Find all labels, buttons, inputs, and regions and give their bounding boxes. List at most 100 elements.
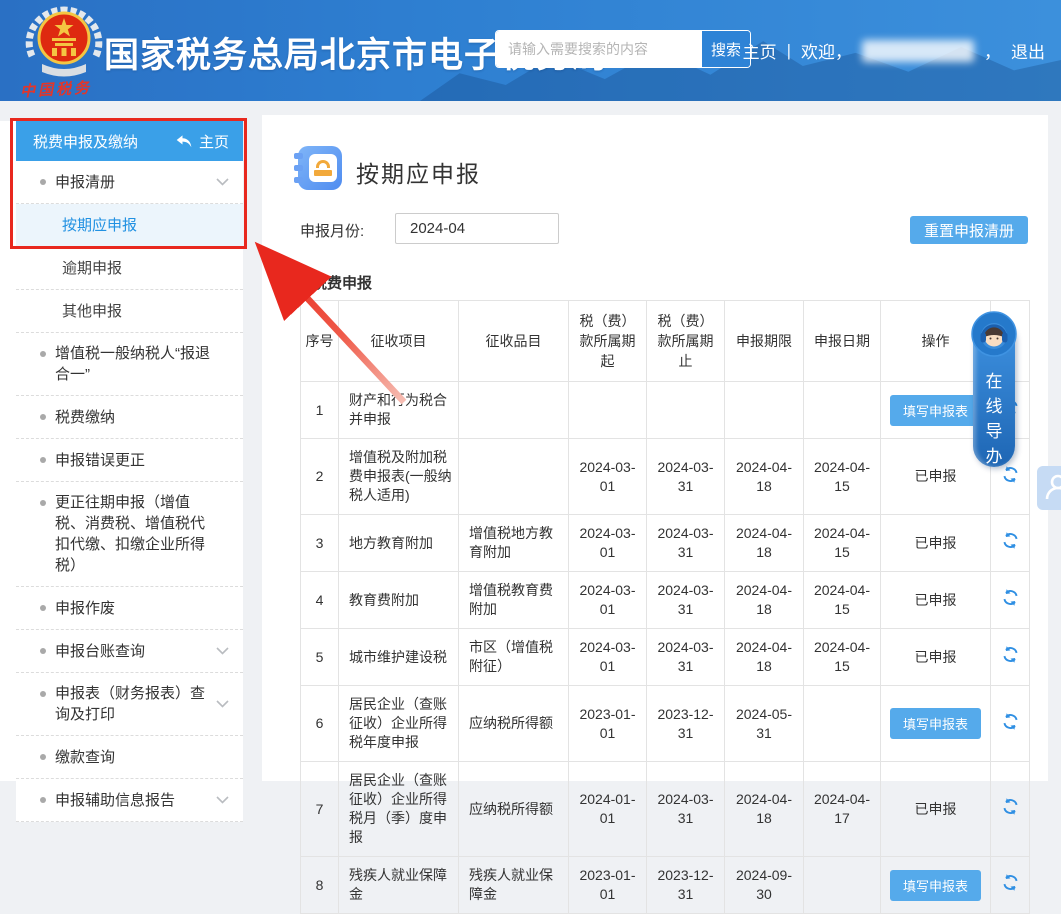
cell-deadline (724, 381, 804, 439)
cell-project: 城市维护建设税 (338, 628, 459, 686)
chevron-down-icon (216, 700, 229, 708)
chevron-down-icon (216, 796, 229, 804)
sidebar-item-label: 其他申报 (62, 302, 123, 320)
cell-no: 6 (300, 685, 339, 762)
refresh-icon[interactable] (1001, 645, 1020, 664)
bullet-icon (40, 754, 46, 760)
sidebar-item[interactable]: 缴款查询 (16, 736, 243, 779)
cell-period-end: 2024-03-31 (646, 514, 725, 572)
cell-file-date (803, 685, 881, 762)
cell-project: 残疾人就业保障金 (338, 856, 459, 914)
refresh-icon[interactable] (1001, 712, 1020, 731)
bullet-icon (40, 351, 46, 357)
sidebar-item[interactable]: 逾期申报 (16, 247, 243, 290)
bullet-icon (40, 500, 46, 506)
fill-form-button[interactable]: 填写申报表 (889, 869, 981, 901)
cell-action: 填写申报表 (880, 856, 991, 914)
table-row: 2 增值税及附加税费申报表(一般纳税人适用) 2024-03-01 2024-03-3… (300, 438, 1030, 515)
comma-text: ， (984, 43, 1001, 62)
assistant-avatar-icon (971, 311, 1017, 357)
cell-deadline: 2024-04-18 (724, 514, 804, 572)
table-row: 1 财产和行为税合并申报 填写申报表 (300, 381, 1030, 439)
user-star-float-button[interactable] (1037, 466, 1061, 510)
table-row: 6 居民企业（查账征收）企业所得税年度申报 应纳税所得额 2023-01-01 2023… (300, 685, 1030, 762)
fill-form-button[interactable]: 填写申报表 (889, 394, 981, 426)
sidebar-item[interactable]: 其他申报 (16, 290, 243, 333)
sidebar-item-label: 税费缴纳 (55, 408, 116, 426)
tax-emblem-logo (25, 6, 103, 77)
sidebar-item[interactable]: 更正往期申报（增值税、消费税、增值税代扣代缴、扣缴企业所得税） (16, 482, 243, 587)
tax-declaration-table: 序号 征收项目 征收品目 税（费）款所属期起 税（费）款所属期止 申报期限 申报日期 操作 1… (300, 300, 1030, 914)
cell-period-start: 2024-03-01 (568, 628, 647, 686)
refresh-icon[interactable] (1001, 531, 1020, 550)
sidebar-item[interactable]: 申报清册 (16, 161, 243, 204)
sidebar-item[interactable]: 申报辅助信息报告 (16, 779, 243, 822)
cell-project: 教育费附加 (338, 571, 459, 629)
cell-deadline: 2024-04-18 (724, 628, 804, 686)
sidebar: 税费申报及缴纳 主页 申报清册 按期应申报逾期申报其他申报增值税一般纳税人“报退合… (0, 121, 243, 822)
table-row: 8 残疾人就业保障金 残疾人就业保障金 2023-01-01 2023-12-31 202… (300, 856, 1030, 914)
refresh-icon[interactable] (1001, 588, 1020, 607)
cell-no: 3 (300, 514, 339, 572)
column-header: 征收项目 (338, 300, 459, 382)
sidebar-item-label: 申报辅助信息报告 (55, 791, 176, 809)
online-guide-widget[interactable]: 在线导办 (971, 311, 1017, 469)
sidebar-item-label: 缴款查询 (55, 748, 116, 766)
home-link[interactable]: 主页 (743, 38, 777, 63)
cell-refresh (990, 856, 1030, 914)
chevron-down-icon (216, 647, 229, 655)
sidebar-item[interactable]: 按期应申报 (16, 204, 243, 247)
reply-arrow-icon (176, 134, 192, 147)
sidebar-item-label: 逾期申报 (62, 259, 123, 277)
cell-period-start: 2024-03-01 (568, 514, 647, 572)
bullet-icon (40, 414, 46, 420)
cell-deadline: 2024-04-18 (724, 571, 804, 629)
sidebar-item[interactable]: 申报表（财务报表）查询及打印 (16, 673, 243, 736)
cell-item: 增值税地方教育附加 (458, 514, 569, 572)
cell-project: 增值税及附加税费申报表(一般纳税人适用) (338, 438, 459, 515)
reset-declaration-button[interactable]: 重置申报清册 (910, 216, 1028, 244)
cell-period-end: 2023-12-31 (646, 856, 725, 914)
nav-divider: | (786, 40, 791, 60)
cell-period-start: 2023-01-01 (568, 856, 647, 914)
refresh-icon[interactable] (1001, 797, 1020, 816)
fill-form-button[interactable]: 填写申报表 (889, 708, 981, 739)
cell-action: 已申报 (880, 571, 991, 629)
refresh-icon[interactable] (1001, 873, 1020, 892)
cell-no: 4 (300, 571, 339, 629)
sidebar-item-label: 更正往期申报（增值税、消费税、增值税代扣代缴、扣缴企业所得税） (55, 494, 206, 574)
sidebar-title: 税费申报及缴纳 (33, 133, 139, 151)
cell-period-start: 2024-01-01 (568, 761, 647, 857)
table-row: 7 居民企业（查账征收）企业所得税月（季）度申报 应纳税所得额 2024-01-01 2… (300, 761, 1030, 857)
sidebar-item[interactable]: 申报台账查询 (16, 630, 243, 673)
cell-period-start: 2024-03-01 (568, 571, 647, 629)
cell-action: 已申报 (880, 514, 991, 572)
cell-deadline: 2024-05-31 (724, 685, 804, 762)
cell-file-date: 2024-04-15 (803, 571, 881, 629)
cell-period-end (646, 381, 725, 439)
cell-no: 7 (300, 761, 339, 857)
cell-refresh (990, 628, 1030, 686)
online-guide-label: 在线导办 (985, 372, 1003, 466)
table-row: 4 教育费附加 增值税教育费附加 2024-03-01 2024-03-31 2024-0… (300, 571, 1030, 629)
column-header: 征收品目 (458, 300, 569, 382)
user-star-icon (1045, 474, 1061, 500)
month-input[interactable] (395, 213, 559, 244)
cell-project: 居民企业（查账征收）企业所得税年度申报 (338, 685, 459, 762)
sidebar-item[interactable]: 申报作废 (16, 587, 243, 630)
sidebar-item[interactable]: 税费缴纳 (16, 396, 243, 439)
cell-file-date (803, 856, 881, 914)
cell-period-end: 2024-03-31 (646, 761, 725, 857)
table-header-row: 序号 征收项目 征收品目 税（费）款所属期起 税（费）款所属期止 申报期限 申报日期 操作 (300, 300, 1030, 382)
column-header: 税（费）款所属期止 (646, 300, 725, 382)
logout-link[interactable]: 退出 (1011, 38, 1045, 63)
sidebar-home-link[interactable]: 主页 (176, 131, 229, 152)
chevron-down-icon (216, 178, 229, 186)
cell-project: 居民企业（查账征收）企业所得税月（季）度申报 (338, 761, 459, 857)
sidebar-item[interactable]: 申报错误更正 (16, 439, 243, 482)
main-panel: 按期应申报 申报月份: 重置申报清册 税费申报 序号征收项目征收品目税（费）款所… (262, 115, 1048, 914)
declared-status: 已申报 (914, 468, 957, 484)
cell-action: 填写申报表 (880, 685, 991, 762)
sidebar-item[interactable]: 增值税一般纳税人“报退合一” (16, 333, 243, 396)
search-input[interactable] (496, 31, 701, 67)
